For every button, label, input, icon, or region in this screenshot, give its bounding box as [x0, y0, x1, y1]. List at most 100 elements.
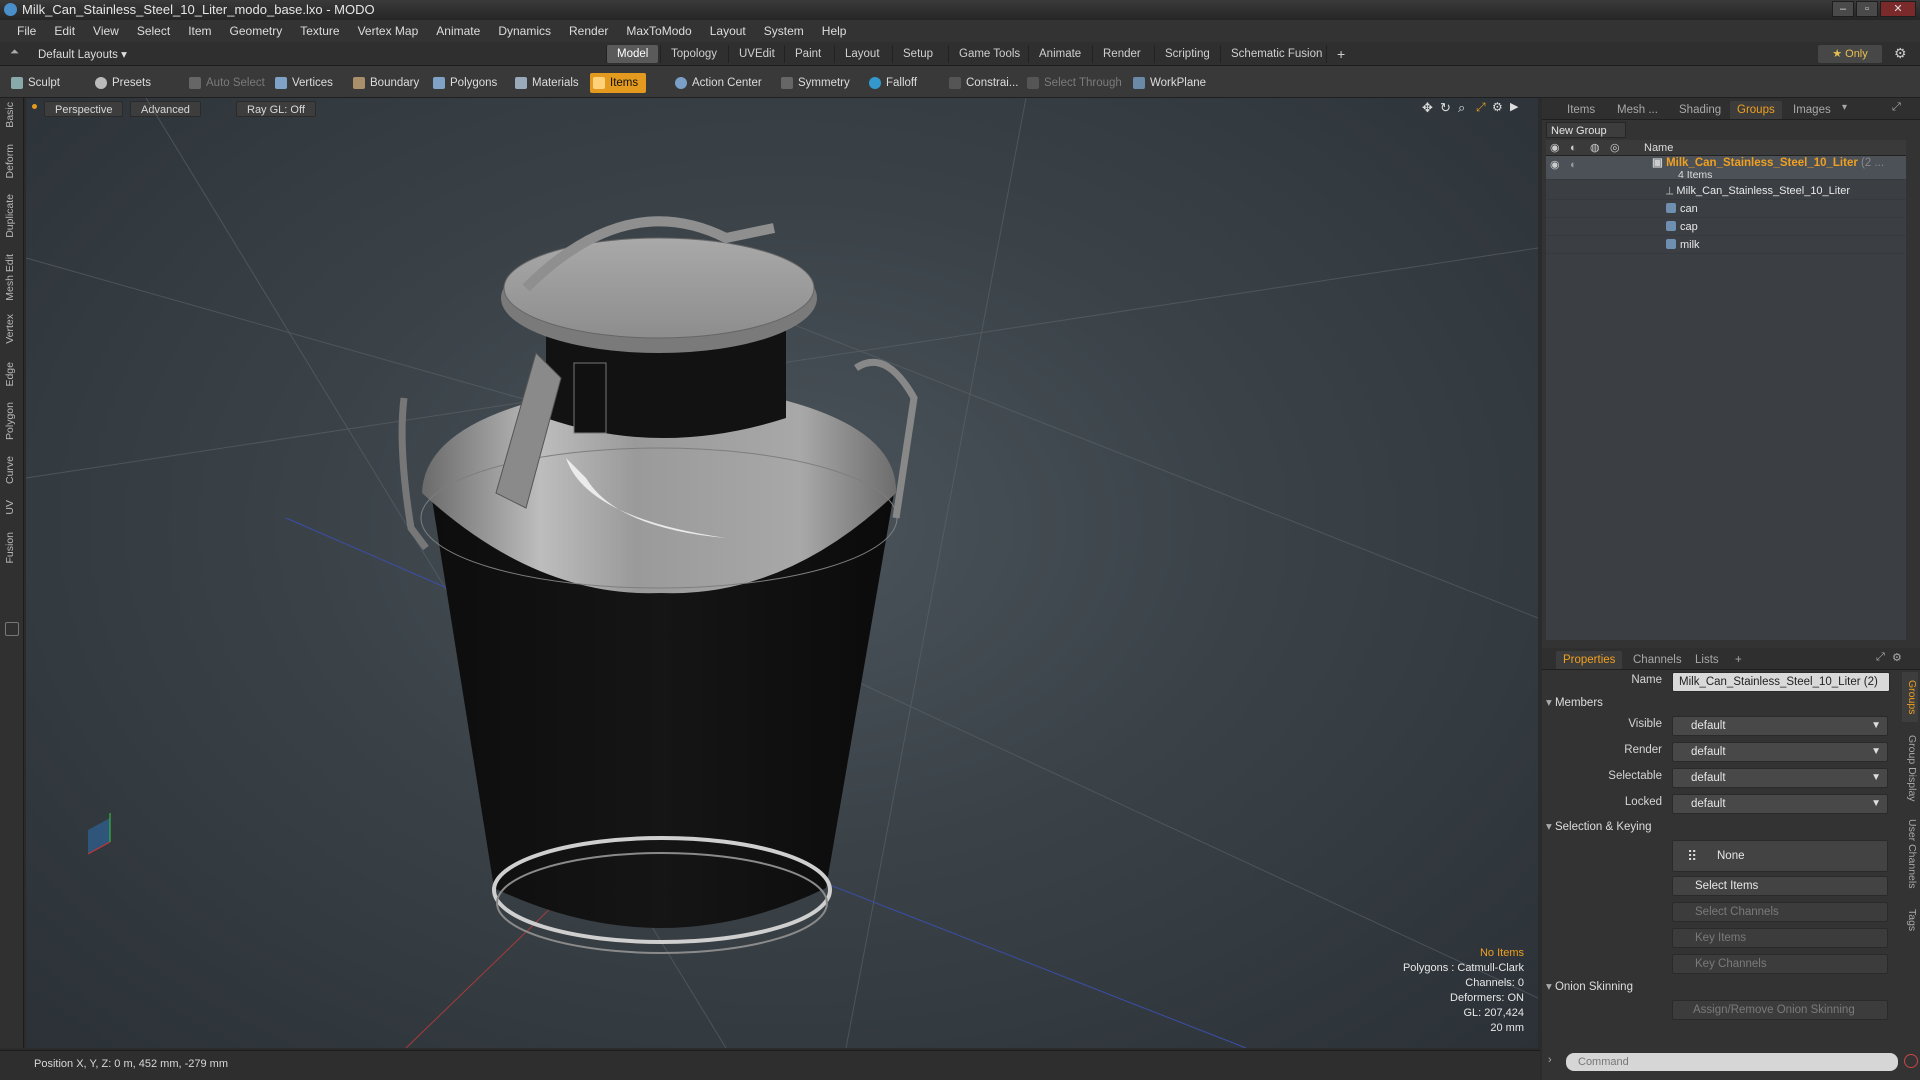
side-tab-groups[interactable]: Groups — [1902, 672, 1918, 722]
default-layouts-dropdown[interactable]: Default Layouts ▾ — [38, 47, 127, 61]
tab-uv[interactable]: UV — [4, 500, 20, 515]
3d-viewport[interactable]: Perspective Advanced Ray GL: Off ✥ ↻ ⌕ ⤢… — [26, 98, 1538, 1048]
new-group-button[interactable]: New Group — [1546, 122, 1626, 138]
select-channels-button[interactable]: Select Channels — [1672, 902, 1888, 922]
expand-panel-icon[interactable]: ⤢ — [1876, 651, 1885, 664]
tab-paint[interactable]: Paint — [784, 45, 831, 63]
tab-images[interactable]: Images — [1786, 101, 1838, 119]
select-col-icon[interactable]: ◎ — [1610, 140, 1620, 156]
menu-edit[interactable]: Edit — [45, 24, 84, 38]
group-row[interactable]: ◉ ◐ ▣ Milk_Can_Stainless_Steel_10_Liter … — [1546, 156, 1906, 181]
group-name-field[interactable]: Milk_Can_Stainless_Steel_10_Liter (2) — [1672, 672, 1890, 692]
maximize-button[interactable]: ▫ — [1856, 1, 1878, 17]
tab-duplicate[interactable]: Duplicate — [4, 194, 20, 238]
boundary-button[interactable]: Boundary — [350, 73, 419, 93]
menu-maxtomodo[interactable]: MaxToModo — [617, 24, 700, 38]
menu-vertex-map[interactable]: Vertex Map — [349, 24, 428, 38]
command-input[interactable]: Command — [1566, 1053, 1898, 1071]
key-items-button[interactable]: Key Items — [1672, 928, 1888, 948]
falloff-button[interactable]: Falloff — [866, 73, 917, 93]
menu-animate[interactable]: Animate — [427, 24, 489, 38]
sculpt-button[interactable]: Sculpt — [8, 73, 60, 93]
tab-animate[interactable]: Animate — [1028, 45, 1091, 63]
symmetry-button[interactable]: Symmetry — [778, 73, 850, 93]
select-through-button[interactable]: Select Through — [1024, 73, 1122, 93]
gear-icon[interactable]: ⚙ — [1894, 45, 1907, 62]
tab-properties[interactable]: Properties — [1556, 651, 1623, 669]
constraints-button[interactable]: Constrai... — [946, 73, 1018, 93]
layout-menu-icon[interactable]: ⏶ — [10, 46, 19, 59]
menu-texture[interactable]: Texture — [291, 24, 348, 38]
tab-model[interactable]: Model — [606, 45, 659, 63]
menu-system[interactable]: System — [755, 24, 813, 38]
tab-lists[interactable]: Lists — [1688, 651, 1726, 669]
onion-skinning-section[interactable]: ▾ Onion Skinning — [1546, 978, 1633, 996]
gear-icon[interactable]: ⚙ — [1892, 651, 1902, 664]
tab-setup[interactable]: Setup — [892, 45, 943, 63]
locked-dropdown[interactable]: default ▼ — [1672, 794, 1888, 814]
materials-button[interactable]: Materials — [512, 73, 579, 93]
tab-basic[interactable]: Basic — [4, 102, 20, 128]
add-tab-button[interactable]: + — [1326, 45, 1355, 63]
items-button[interactable]: Items — [590, 73, 647, 93]
menu-layout[interactable]: Layout — [701, 24, 755, 38]
assign-onion-button[interactable]: Assign/Remove Onion Skinning — [1672, 1000, 1888, 1020]
tab-topology[interactable]: Topology — [660, 45, 727, 63]
key-channels-button[interactable]: Key Channels — [1672, 954, 1888, 974]
side-tab-user-channels[interactable]: User Channels — [1902, 814, 1918, 894]
list-item[interactable]: ⟂ Milk_Can_Stainless_Steel_10_Liter — [1546, 182, 1906, 200]
render-col-icon[interactable]: ◐ — [1570, 140, 1577, 156]
side-tab-group-display[interactable]: Group Display — [1902, 728, 1918, 808]
menu-geometry[interactable]: Geometry — [221, 24, 292, 38]
visibility-col-icon[interactable]: ◉ — [1550, 140, 1560, 156]
tab-shading[interactable]: Shading — [1672, 101, 1728, 119]
polygons-button[interactable]: Polygons — [430, 73, 497, 93]
tab-mesh[interactable]: Mesh ... — [1610, 101, 1665, 119]
panel-toggle-icon[interactable] — [5, 622, 19, 636]
visible-dropdown[interactable]: default ▼ — [1672, 716, 1888, 736]
tab-groups[interactable]: Groups — [1730, 101, 1782, 119]
tab-fusion[interactable]: Fusion — [4, 532, 20, 564]
expand-panel-icon[interactable]: ⤢ — [1892, 101, 1901, 114]
auto-select-button[interactable]: Auto Select — [186, 73, 265, 93]
menu-help[interactable]: Help — [813, 24, 856, 38]
menu-render[interactable]: Render — [560, 24, 617, 38]
record-icon[interactable] — [1904, 1054, 1918, 1068]
menu-file[interactable]: File — [8, 24, 45, 38]
tab-polygon[interactable]: Polygon — [4, 402, 20, 440]
visibility-eye-icon[interactable]: ◉ — [1550, 156, 1560, 174]
minimize-button[interactable]: – — [1832, 1, 1854, 17]
render-toggle-icon[interactable]: ◐ — [1570, 156, 1577, 174]
tab-uvedit[interactable]: UVEdit — [728, 45, 785, 63]
tab-render[interactable]: Render — [1092, 45, 1151, 63]
vertices-button[interactable]: Vertices — [272, 73, 333, 93]
list-item[interactable]: milk — [1546, 236, 1906, 254]
menu-item[interactable]: Item — [179, 24, 220, 38]
tab-edge[interactable]: Edge — [4, 362, 20, 387]
menu-dynamics[interactable]: Dynamics — [489, 24, 560, 38]
presets-button[interactable]: Presets — [92, 73, 151, 93]
menu-select[interactable]: Select — [128, 24, 179, 38]
lock-col-icon[interactable]: ◍ — [1590, 140, 1600, 156]
list-item[interactable]: can — [1546, 200, 1906, 218]
chevron-down-icon[interactable]: ▾ — [1842, 102, 1847, 113]
selectable-dropdown[interactable]: default ▼ — [1672, 768, 1888, 788]
none-selector[interactable]: ⠿ None — [1672, 840, 1888, 872]
tab-curve[interactable]: Curve — [4, 456, 20, 484]
menu-view[interactable]: View — [84, 24, 128, 38]
tab-layout[interactable]: Layout — [834, 45, 890, 63]
selection-keying-section[interactable]: ▾ Selection & Keying — [1546, 818, 1652, 836]
select-items-button[interactable]: Select Items — [1672, 876, 1888, 896]
side-tab-tags[interactable]: Tags — [1902, 900, 1918, 940]
workplane-button[interactable]: WorkPlane — [1130, 73, 1206, 93]
close-button[interactable]: ✕ — [1880, 1, 1916, 17]
only-toggle[interactable]: ★ Only — [1818, 45, 1882, 63]
list-item[interactable]: cap — [1546, 218, 1906, 236]
tab-game-tools[interactable]: Game Tools — [948, 45, 1030, 63]
tab-mesh-edit[interactable]: Mesh Edit — [4, 254, 20, 301]
add-properties-tab[interactable]: + — [1728, 651, 1749, 669]
tab-items[interactable]: Items — [1560, 101, 1602, 119]
tab-scripting[interactable]: Scripting — [1154, 45, 1220, 63]
tab-schematic-fusion[interactable]: Schematic Fusion — [1220, 45, 1332, 63]
action-center-button[interactable]: Action Center — [672, 73, 762, 93]
